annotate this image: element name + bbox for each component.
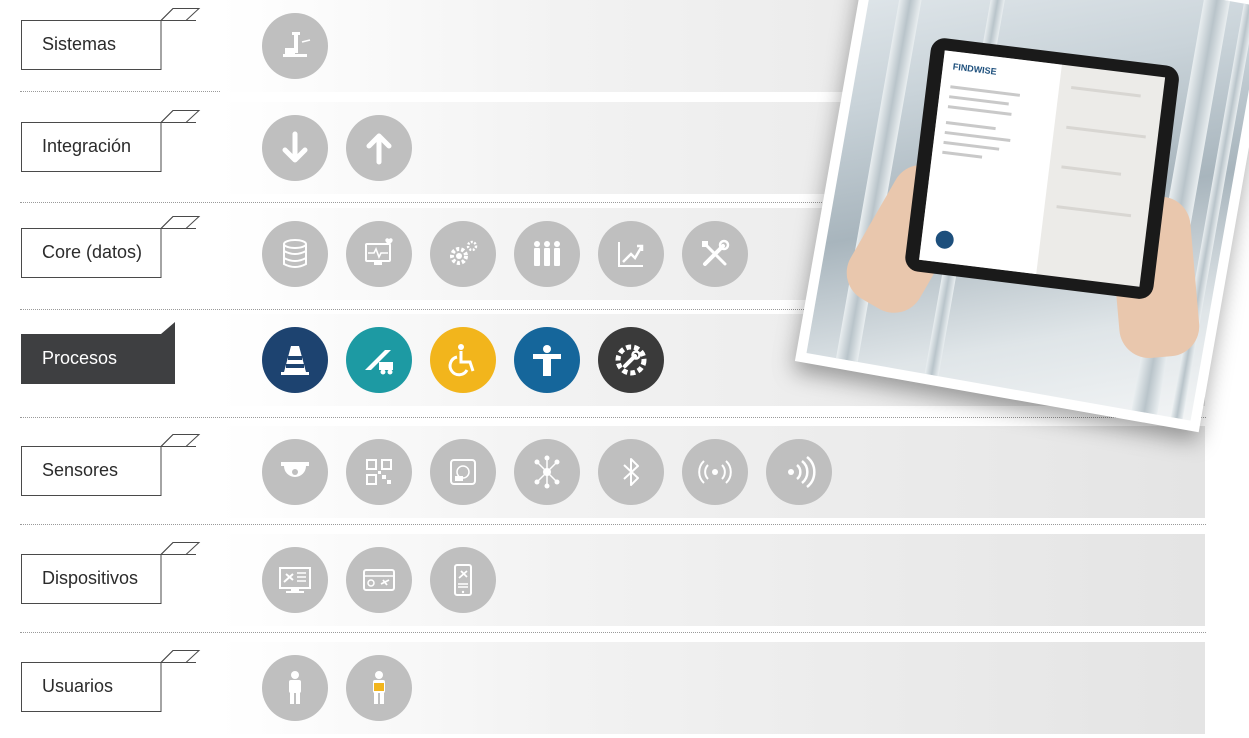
dome-camera-icon	[262, 439, 328, 505]
layer-label-text: Core (datos)	[42, 242, 143, 262]
tablet-screen: FINDWISE	[919, 50, 1166, 287]
boarding-pass-icon	[346, 547, 412, 613]
layer-label: Integración	[21, 110, 201, 172]
row-divider	[20, 417, 1206, 418]
layer-label-text: Integración	[42, 136, 132, 156]
layer-row: Sensores	[0, 426, 1249, 518]
arrow-down-icon	[262, 115, 328, 181]
app-logo: FINDWISE	[952, 61, 998, 77]
gears-icon	[430, 221, 496, 287]
wheelchair-icon	[430, 327, 496, 393]
layer-row: Dispositivos	[0, 534, 1249, 626]
app-fab-button[interactable]	[934, 229, 955, 250]
layer-label-text: Sensores	[42, 460, 119, 480]
boarding-stairs-icon	[346, 327, 412, 393]
layer-label: Sistemas	[21, 8, 201, 70]
database-icon	[262, 221, 328, 287]
airport-background: FINDWISE	[806, 0, 1249, 421]
wrench-gear-icon	[598, 327, 664, 393]
layer-label-text: Procesos	[42, 348, 118, 368]
layer-label: Usuarios	[21, 650, 201, 712]
layer-label-text: Usuarios	[42, 676, 114, 696]
app-sidebar: FINDWISE	[919, 50, 1062, 275]
flight-display-icon	[262, 547, 328, 613]
traffic-cone-icon	[262, 327, 328, 393]
row-divider	[20, 524, 1206, 525]
mobile-flight-icon	[430, 547, 496, 613]
rfid-tag-icon	[430, 439, 496, 505]
passenger-icon	[262, 655, 328, 721]
marshaller-icon	[514, 327, 580, 393]
tools-icon	[682, 221, 748, 287]
network-hub-icon	[514, 439, 580, 505]
nfc-signal-icon	[766, 439, 832, 505]
bluetooth-icon	[598, 439, 664, 505]
tablet-device: FINDWISE	[903, 36, 1181, 301]
layer-label: Sensores	[21, 434, 201, 496]
people-icon	[514, 221, 580, 287]
layer-label: Procesos	[21, 322, 196, 384]
control-tower-icon	[262, 13, 328, 79]
staff-vest-icon	[346, 655, 412, 721]
layer-label-text: Dispositivos	[42, 568, 139, 588]
layer-label-text: Sistemas	[42, 34, 117, 54]
tablet-photo: FINDWISE	[794, 0, 1249, 433]
arrow-up-icon	[346, 115, 412, 181]
layer-row: Usuarios	[0, 642, 1249, 734]
row-divider	[20, 632, 1206, 633]
broadcast-icon	[682, 439, 748, 505]
layer-label: Dispositivos	[21, 542, 201, 604]
trend-chart-icon	[598, 221, 664, 287]
layer-label: Core (datos)	[21, 216, 201, 278]
qr-code-icon	[346, 439, 412, 505]
monitor-heart-icon	[346, 221, 412, 287]
